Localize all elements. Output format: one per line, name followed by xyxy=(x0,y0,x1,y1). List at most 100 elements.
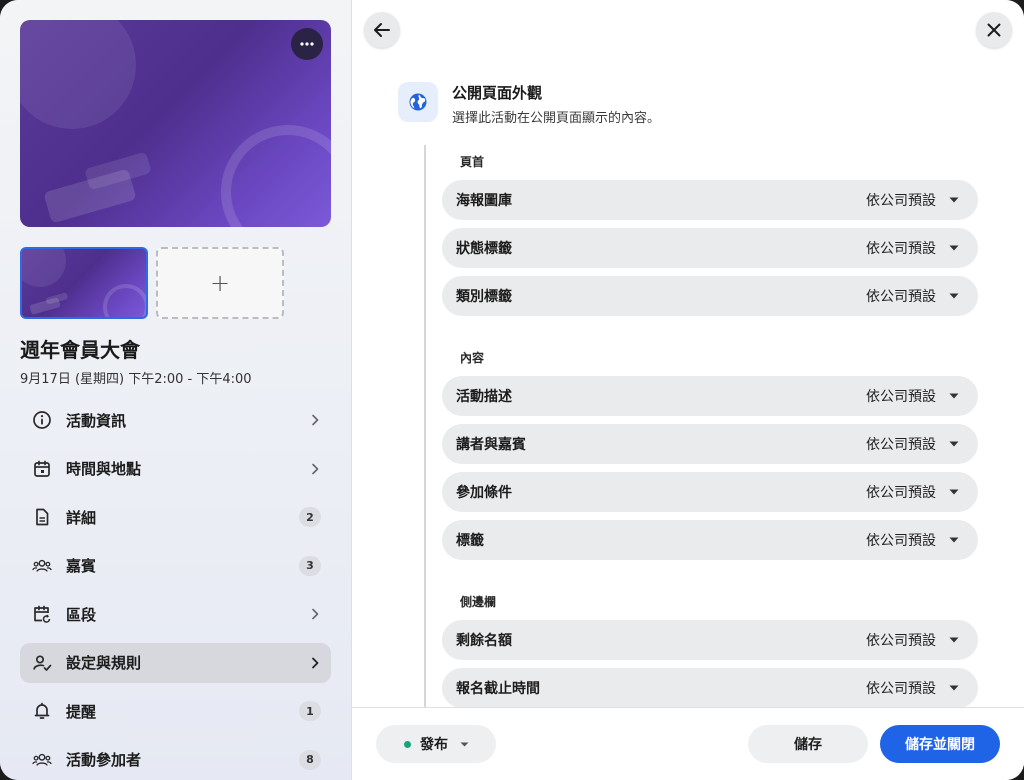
back-button[interactable] xyxy=(364,12,400,48)
document-icon xyxy=(32,507,52,527)
group-label-sidebar: 側邊欄 xyxy=(460,595,497,609)
sidebar-item-settings-rules[interactable]: 設定與規則 xyxy=(20,642,331,683)
count-badge: 2 xyxy=(299,507,321,527)
info-icon xyxy=(32,410,52,430)
caret-down-icon xyxy=(948,438,960,450)
sidebar-item-attendees[interactable]: 活動參加者 8 xyxy=(20,740,331,780)
globe-icon xyxy=(409,93,427,111)
chevron-right-icon xyxy=(309,608,321,620)
setting-row-label: 海報圖庫 xyxy=(456,193,512,209)
group-label-content: 內容 xyxy=(460,351,485,365)
caret-down-icon xyxy=(948,242,960,254)
sidebar-item-reminders[interactable]: 提醒 1 xyxy=(20,691,331,731)
setting-row-label: 狀態標籤 xyxy=(456,241,512,257)
sidebar-item-label: 詳細 xyxy=(66,508,97,527)
footer-bar: 發布 儲存 儲存並關閉 xyxy=(352,707,1024,780)
setting-row-value: 依公司預設 xyxy=(866,389,936,405)
setting-row-status-tag[interactable]: 狀態標籤 依公司預設 xyxy=(442,228,978,268)
caret-down-icon xyxy=(948,486,960,498)
setting-row-value: 依公司預設 xyxy=(866,681,936,697)
save-and-close-button[interactable]: 儲存並關閉 xyxy=(880,725,1000,763)
setting-row-label: 標籤 xyxy=(456,533,484,549)
chevron-right-icon xyxy=(309,414,321,426)
setting-row-requirements[interactable]: 參加條件 依公司預設 xyxy=(442,472,978,512)
count-badge: 1 xyxy=(299,701,321,721)
sidebar-item-label: 嘉賓 xyxy=(66,557,97,575)
sidebar-item-details[interactable]: 詳細 2 xyxy=(20,497,331,537)
section-title: 公開頁面外觀 xyxy=(452,84,543,102)
cover-art-shapes xyxy=(20,20,331,227)
group-label-header: 頁首 xyxy=(460,155,485,169)
close-icon xyxy=(987,23,1001,37)
arrow-left-icon xyxy=(374,23,390,37)
status-dot xyxy=(404,741,411,748)
add-cover-button[interactable]: + xyxy=(156,247,284,319)
plus-icon: + xyxy=(209,269,231,297)
save-button[interactable]: 儲存 xyxy=(748,725,868,763)
sidebar: + 週年會員大會 9月17日 (星期四) 下午2:00 - 下午4:00 活動資… xyxy=(0,0,352,780)
setting-row-tags[interactable]: 標籤 依公司預設 xyxy=(442,520,978,560)
section-rail-divider xyxy=(424,145,426,710)
setting-row-registration-deadline[interactable]: 報名截止時間 依公司預設 xyxy=(442,668,978,708)
section-description: 選擇此活動在公開頁面顯示的內容。 xyxy=(452,111,661,126)
count-badge: 8 xyxy=(299,749,321,770)
user-check-icon xyxy=(32,653,52,673)
setting-row-value: 依公司預設 xyxy=(866,633,936,649)
caret-down-icon xyxy=(460,739,470,749)
setting-row-poster-gallery[interactable]: 海報圖庫 依公司預設 xyxy=(442,180,978,220)
setting-row-label: 報名截止時間 xyxy=(456,681,540,697)
sidebar-item-label: 活動資訊 xyxy=(66,411,127,430)
status-label: 發布 xyxy=(420,737,448,753)
chevron-right-icon xyxy=(309,657,321,669)
bell-icon xyxy=(32,701,52,721)
setting-row-label: 參加條件 xyxy=(456,485,512,501)
setting-row-value: 依公司預設 xyxy=(866,533,936,549)
event-date: 9月17日 (星期四) 下午2:00 - 下午4:00 xyxy=(20,372,252,387)
sidebar-item-label: 提醒 xyxy=(66,702,97,721)
setting-row-label: 活動描述 xyxy=(456,389,512,405)
sidebar-item-event-info[interactable]: 活動資訊 xyxy=(20,400,331,440)
sidebar-item-time-location[interactable]: 時間與地點 xyxy=(20,449,331,489)
event-settings-window: + 週年會員大會 9月17日 (星期四) 下午2:00 - 下午4:00 活動資… xyxy=(0,0,1024,780)
globe-icon-tile xyxy=(398,82,438,122)
cover-thumbnail-selected[interactable] xyxy=(20,247,148,319)
main-panel: 公開頁面外觀 選擇此活動在公開頁面顯示的內容。 頁首 海報圖庫 依公司預設 狀態… xyxy=(352,0,1024,780)
caret-down-icon xyxy=(948,290,960,302)
more-options-button[interactable] xyxy=(291,28,323,60)
caret-down-icon xyxy=(948,634,960,646)
people-icon xyxy=(32,750,52,770)
sidebar-item-label: 活動參加者 xyxy=(66,751,142,769)
calendar-repeat-icon xyxy=(32,604,52,624)
more-horizontal-icon xyxy=(300,42,314,46)
thumbnail-art-shapes xyxy=(22,249,146,317)
status-dropdown[interactable]: 發布 xyxy=(376,725,496,763)
setting-row-label: 講者與嘉賓 xyxy=(456,437,526,453)
setting-row-label: 類別標籤 xyxy=(456,289,512,305)
sidebar-item-label: 區段 xyxy=(66,605,97,624)
setting-row-value: 依公司預設 xyxy=(866,289,936,305)
caret-down-icon xyxy=(948,534,960,546)
sidebar-item-label: 時間與地點 xyxy=(66,460,142,478)
setting-row-value: 依公司預設 xyxy=(866,193,936,209)
event-cover-image[interactable] xyxy=(20,20,331,227)
setting-row-speakers-guests[interactable]: 講者與嘉賓 依公司預設 xyxy=(442,424,978,464)
chevron-right-icon xyxy=(309,463,321,475)
setting-row-value: 依公司預設 xyxy=(866,241,936,257)
calendar-icon xyxy=(32,459,52,479)
setting-row-category-tag[interactable]: 類別標籤 依公司預設 xyxy=(442,276,978,316)
setting-row-label: 剩餘名額 xyxy=(456,633,512,649)
count-badge: 3 xyxy=(299,555,321,576)
sidebar-nav: 活動資訊 時間與地點 詳細 2 嘉賓 3 區段 設定與規則 提醒 1 活動參加者… xyxy=(20,400,331,780)
sidebar-item-label: 設定與規則 xyxy=(66,654,142,672)
sidebar-item-guests[interactable]: 嘉賓 3 xyxy=(20,546,331,586)
caret-down-icon xyxy=(948,194,960,206)
setting-row-value: 依公司預設 xyxy=(866,485,936,501)
setting-row-event-description[interactable]: 活動描述 依公司預設 xyxy=(442,376,978,416)
event-title: 週年會員大會 xyxy=(20,338,140,362)
people-icon xyxy=(32,556,52,576)
sidebar-item-sessions[interactable]: 區段 xyxy=(20,594,331,634)
setting-row-value: 依公司預設 xyxy=(866,437,936,453)
caret-down-icon xyxy=(948,390,960,402)
close-button[interactable] xyxy=(976,12,1012,48)
setting-row-remaining-seats[interactable]: 剩餘名額 依公司預設 xyxy=(442,620,978,660)
